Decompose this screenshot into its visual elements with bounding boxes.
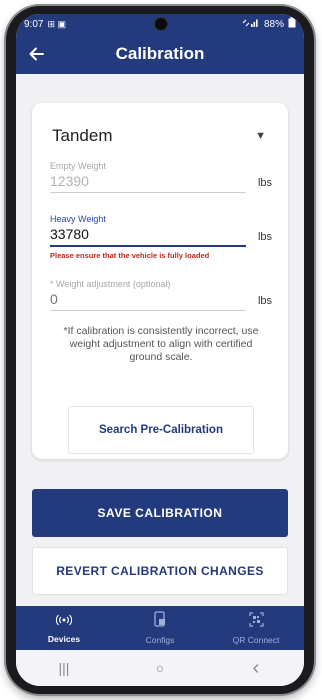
weight-adjustment-label: * Weight adjustment (optional) <box>50 279 171 289</box>
axle-type-select[interactable]: Tandem ▼ <box>52 123 272 149</box>
nav-devices-label: Devices <box>47 633 81 644</box>
signal-icon <box>242 18 260 31</box>
heavy-weight-field: Heavy Weight lbs Please ensure that the … <box>50 214 272 260</box>
system-back-button[interactable]: ‹ <box>236 657 276 680</box>
camera-cutout <box>154 17 168 31</box>
calibration-form-card: Tandem ▼ Empty Weight lbs Heavy Weight l… <box>32 103 288 459</box>
qr-code-icon <box>248 611 264 632</box>
bottom-navigation: Devices Configs QR Connect <box>16 606 304 650</box>
search-precalibration-button[interactable]: Search Pre-Calibration <box>68 406 254 454</box>
notification-icons: ⊞ ▣ <box>47 18 67 29</box>
app-screen: 9:07 ⊞ ▣ 88% Calibration Tandem ▼ Empty … <box>16 14 304 686</box>
empty-weight-label: Empty Weight <box>50 161 106 171</box>
nav-devices[interactable]: Devices <box>16 606 112 650</box>
phone-config-icon <box>154 611 166 632</box>
battery-icon <box>288 17 296 31</box>
recents-button[interactable]: ||| <box>44 660 84 676</box>
nav-qr-connect-label: QR Connect <box>232 634 280 645</box>
clock: 9:07 <box>24 18 44 30</box>
revert-calibration-button[interactable]: REVERT CALIBRATION CHANGES <box>32 547 288 595</box>
weight-adjustment-field: * Weight adjustment (optional) lbs <box>50 279 272 311</box>
battery-level: 88% <box>263 18 284 30</box>
heavy-weight-input[interactable] <box>50 224 246 247</box>
status-bar: 9:07 ⊞ ▣ 88% <box>16 14 304 34</box>
empty-weight-input[interactable] <box>50 171 246 193</box>
nav-qr-connect[interactable]: QR Connect <box>208 606 304 650</box>
caret-down-icon: ▼ <box>255 130 266 142</box>
back-arrow-icon[interactable] <box>26 43 48 65</box>
heavy-weight-warning: Please ensure that the vehicle is fully … <box>50 251 210 260</box>
weight-adjustment-input[interactable] <box>50 289 246 311</box>
system-navigation-bar: ||| ○ ‹ <box>16 650 304 686</box>
save-calibration-button[interactable]: SAVE CALIBRATION <box>32 489 288 537</box>
page-title: Calibration <box>115 44 205 63</box>
radio-waves-icon <box>55 613 73 631</box>
nav-configs-label: Configs <box>145 635 175 645</box>
heavy-weight-unit: lbs <box>257 231 272 243</box>
home-button[interactable]: ○ <box>140 660 180 676</box>
adjustment-helper-text: *If calibration is consistently incorrec… <box>63 325 259 363</box>
axle-type-value: Tandem <box>52 126 113 145</box>
app-bar: Calibration <box>16 34 304 74</box>
empty-weight-field: Empty Weight lbs <box>50 161 272 193</box>
nav-configs[interactable]: Configs <box>112 606 208 650</box>
empty-weight-unit: lbs <box>257 177 272 189</box>
heavy-weight-label: Heavy Weight <box>50 214 106 224</box>
weight-adjustment-unit: lbs <box>257 295 272 307</box>
